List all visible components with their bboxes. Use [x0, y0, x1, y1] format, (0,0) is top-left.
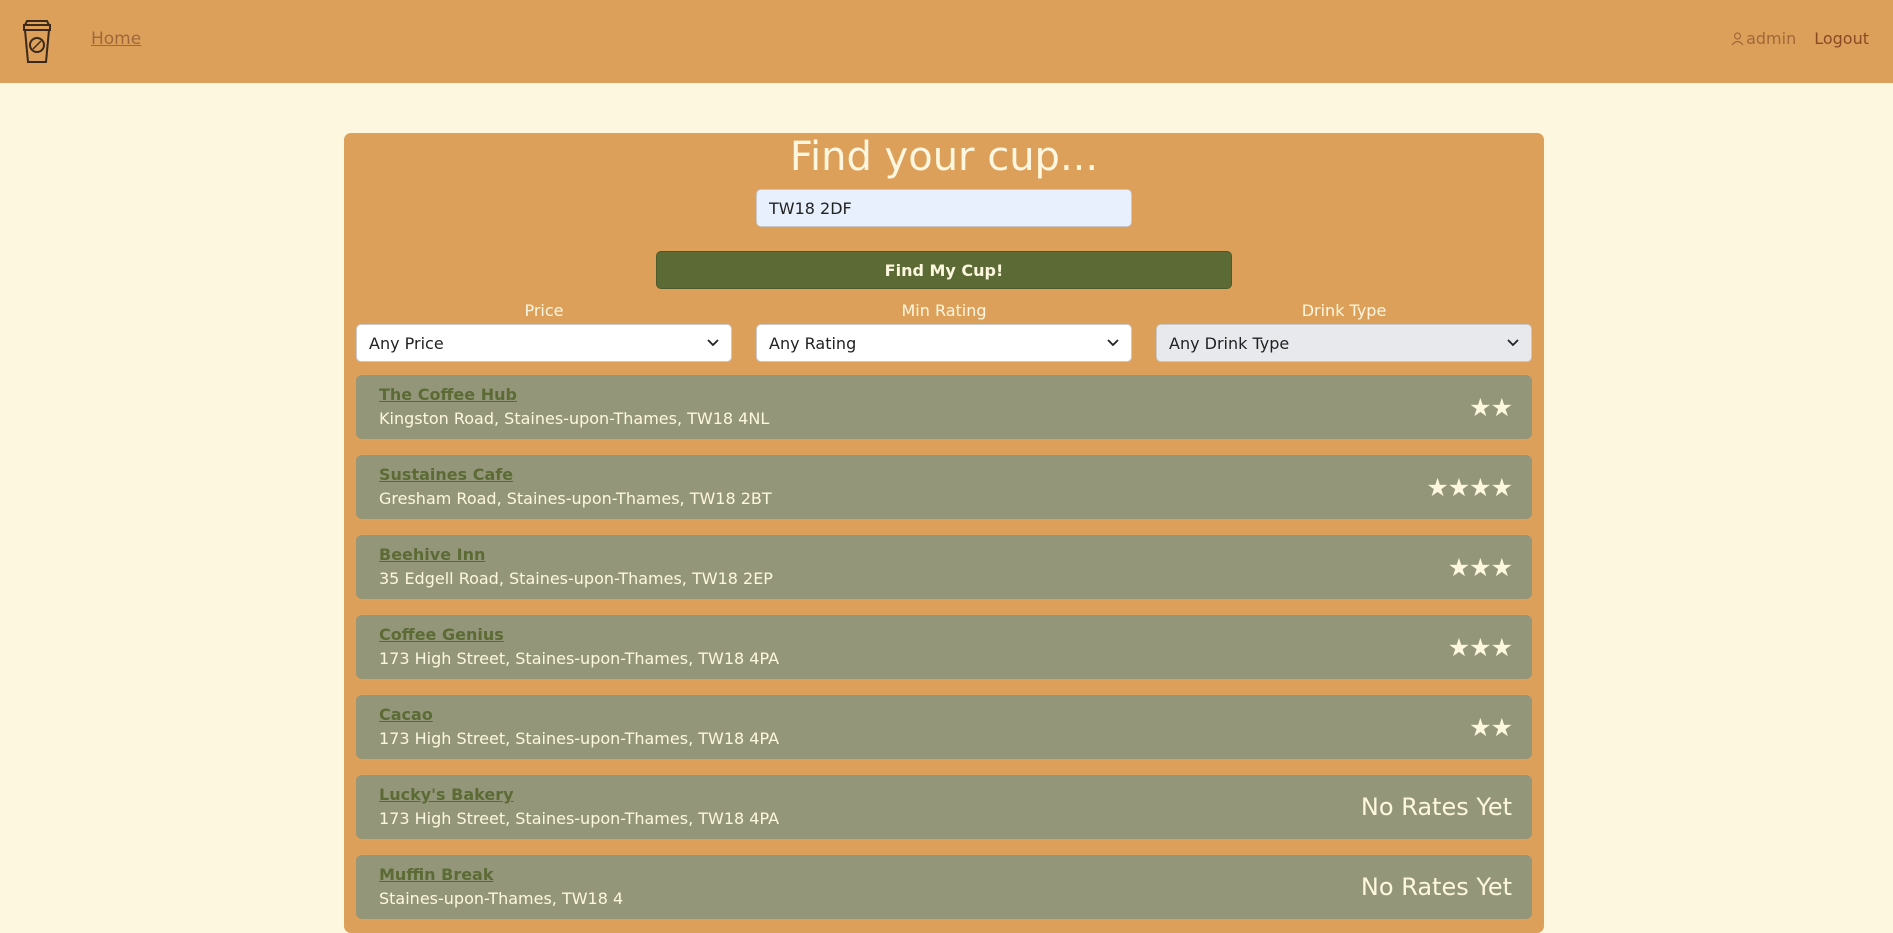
- logout-link[interactable]: Logout: [1814, 29, 1869, 48]
- price-filter-label: Price: [524, 301, 564, 320]
- postcode-input[interactable]: [756, 189, 1132, 227]
- cafe-rating: ★★★: [1447, 632, 1513, 662]
- cafe-address: Gresham Road, Staines-upon-Thames, TW18 …: [379, 489, 772, 508]
- result-card[interactable]: Cacao 173 High Street, Staines-upon-Tham…: [356, 695, 1532, 759]
- price-select[interactable]: Any Price: [356, 324, 732, 362]
- cafe-rating: ★★: [1469, 392, 1513, 422]
- cafe-address: Kingston Road, Staines-upon-Thames, TW18…: [379, 409, 770, 428]
- result-card[interactable]: Beehive Inn 35 Edgell Road, Staines-upon…: [356, 535, 1532, 599]
- price-select-value: Any Price: [369, 333, 444, 353]
- cafe-name-link[interactable]: Sustaines Cafe: [379, 465, 513, 484]
- nav-right: admin Logout: [1731, 29, 1869, 48]
- cafe-address: 173 High Street, Staines-upon-Thames, TW…: [379, 729, 780, 748]
- nav-user-label: admin: [1746, 29, 1797, 48]
- find-my-cup-button[interactable]: Find My Cup!: [656, 251, 1232, 289]
- cafe-rating: ★★★: [1447, 552, 1513, 582]
- rating-filter: Min Rating Any Rating: [756, 300, 1132, 362]
- rating-select[interactable]: Any Rating: [756, 324, 1132, 362]
- cafe-rating: No Rates Yet: [1360, 873, 1512, 901]
- chevron-down-icon: [707, 339, 719, 347]
- cafe-rating: No Rates Yet: [1360, 793, 1512, 821]
- cafe-name-link[interactable]: The Coffee Hub: [379, 385, 517, 404]
- result-card[interactable]: Coffee Genius 173 High Street, Staines-u…: [356, 615, 1532, 679]
- cafe-name-link[interactable]: Lucky's Bakery: [379, 785, 514, 804]
- navbar: Home admin Logout: [0, 0, 1893, 83]
- result-card[interactable]: Lucky's Bakery 173 High Street, Staines-…: [356, 775, 1532, 839]
- drink-type-filter-label: Drink Type: [1301, 301, 1387, 320]
- price-filter: Price Any Price: [356, 300, 732, 362]
- cafe-name-link[interactable]: Cacao: [379, 705, 433, 724]
- cafe-name-link[interactable]: Coffee Genius: [379, 625, 504, 644]
- result-card[interactable]: Sustaines Cafe Gresham Road, Staines-upo…: [356, 455, 1532, 519]
- chevron-down-icon: [1507, 339, 1519, 347]
- cafe-address: 173 High Street, Staines-upon-Thames, TW…: [379, 809, 780, 828]
- cafe-name-link[interactable]: Muffin Break: [379, 865, 494, 884]
- nav-user-link[interactable]: admin: [1731, 29, 1796, 48]
- cafe-address: 173 High Street, Staines-upon-Thames, TW…: [379, 649, 780, 668]
- result-card[interactable]: Muffin Break Staines-upon-Thames, TW18 4…: [356, 855, 1532, 919]
- result-card[interactable]: The Coffee Hub Kingston Road, Staines-up…: [356, 375, 1532, 439]
- cafe-name-link[interactable]: Beehive Inn: [379, 545, 485, 564]
- cafe-rating: ★★★★: [1426, 472, 1513, 502]
- nav-home-link[interactable]: Home: [91, 29, 141, 49]
- page-title: Find your cup...: [789, 134, 1099, 180]
- drink-type-select-value: Any Drink Type: [1169, 333, 1290, 353]
- cafe-address: 35 Edgell Road, Staines-upon-Thames, TW1…: [379, 569, 773, 588]
- rating-select-value: Any Rating: [769, 333, 857, 353]
- rating-filter-label: Min Rating: [901, 301, 987, 320]
- cafe-rating: ★★: [1469, 712, 1513, 742]
- drink-type-filter: Drink Type Any Drink Type: [1156, 300, 1532, 362]
- drink-type-select[interactable]: Any Drink Type: [1156, 324, 1532, 362]
- search-panel: Find your cup... Find My Cup! Price Any …: [344, 133, 1544, 933]
- chevron-down-icon: [1107, 339, 1119, 347]
- user-icon: [1731, 31, 1744, 45]
- coffee-cup-logo-icon[interactable]: [20, 17, 54, 65]
- cafe-address: Staines-upon-Thames, TW18 4: [379, 889, 624, 908]
